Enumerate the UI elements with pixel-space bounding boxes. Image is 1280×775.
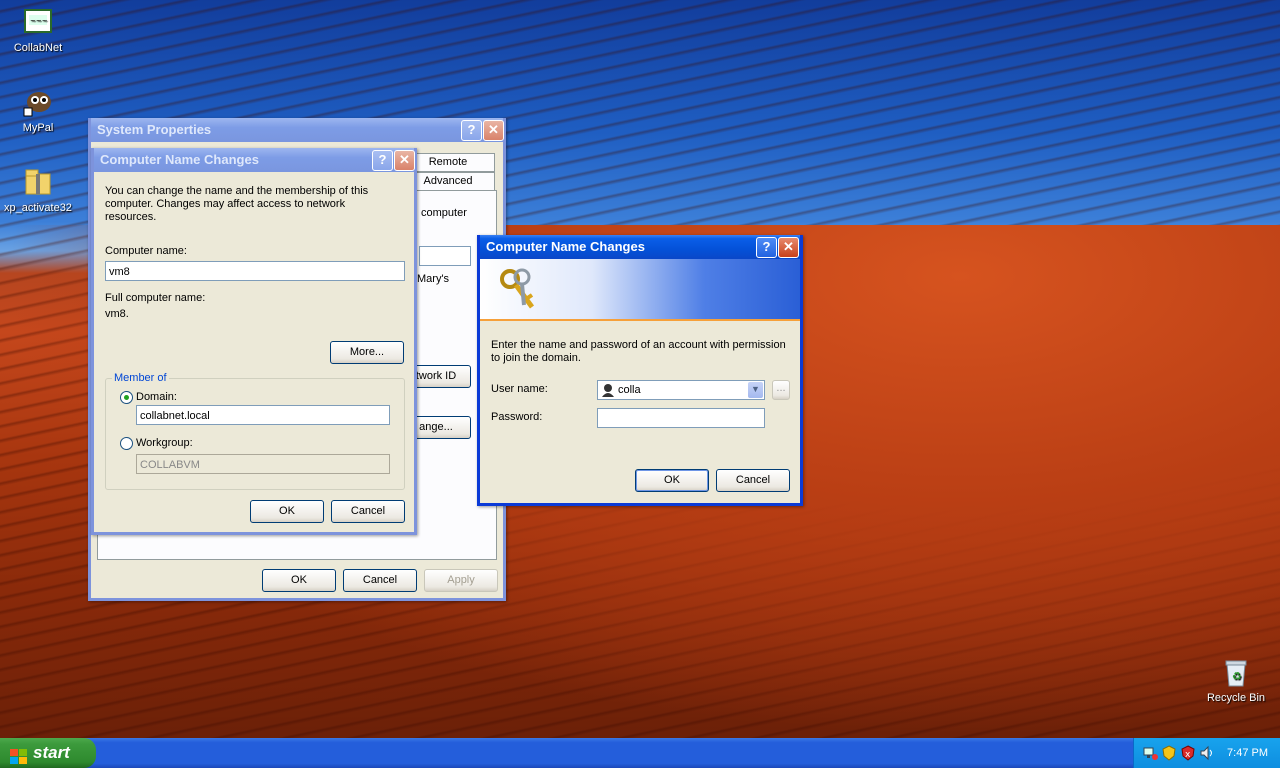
member-of-label: Member of <box>112 372 169 384</box>
banner-divider <box>480 319 800 321</box>
computer-name-changes-window: Computer Name Changes ? ✕ You can change… <box>91 148 417 535</box>
description-text: You can change the name and the membersh… <box>105 185 369 223</box>
cancel-button[interactable]: Cancel <box>716 469 790 492</box>
more-button[interactable]: More... <box>330 341 404 364</box>
help-button[interactable]: ? <box>756 237 777 258</box>
desktop-icon-mypal[interactable]: MyPal <box>0 86 76 134</box>
close-button[interactable]: ✕ <box>778 237 799 258</box>
collabnet-icon: ~~~ <box>22 6 54 38</box>
desktop-icon-collabnet[interactable]: ~~~ CollabNet <box>0 6 76 54</box>
username-label: User name: <box>491 383 548 395</box>
security-shield-icon[interactable] <box>1161 745 1177 764</box>
system-properties-titlebar[interactable]: System Properties ? ✕ <box>91 118 504 142</box>
apply-button: Apply <box>424 569 498 592</box>
desktop-icon-label: MyPal <box>22 122 54 134</box>
dropdown-chevron-icon[interactable]: ▼ <box>748 382 763 398</box>
recycle-bin-icon: ♻ <box>1220 656 1252 688</box>
full-computer-name-label: Full computer name: <box>105 292 206 304</box>
close-button[interactable]: ✕ <box>483 120 504 141</box>
workgroup-radio[interactable] <box>120 437 133 450</box>
alert-shield-icon[interactable]: x <box>1180 745 1196 764</box>
desktop-icon-label: CollabNet <box>13 42 63 54</box>
windows-logo-icon <box>10 745 28 775</box>
start-button[interactable]: start <box>0 738 96 768</box>
domain-credentials-dialog: Computer Name Changes ? ✕ Enter the name… <box>477 235 803 506</box>
svg-text:~~~: ~~~ <box>30 17 48 25</box>
domain-radio[interactable] <box>120 391 133 404</box>
desktop-icon-recycle-bin[interactable]: ♻ Recycle Bin <box>1198 656 1274 704</box>
window-title: Computer Name Changes <box>486 239 645 254</box>
keys-icon <box>496 265 544 316</box>
password-field[interactable] <box>597 408 765 428</box>
credentials-banner <box>480 259 800 319</box>
computer-name-label: Computer name: <box>105 245 187 257</box>
desktop-icon-label: Recycle Bin <box>1206 692 1266 704</box>
volume-icon[interactable] <box>1199 745 1215 764</box>
cancel-button[interactable]: Cancel <box>343 569 417 592</box>
browse-button[interactable]: ... <box>772 380 790 400</box>
mypal-browser-icon <box>22 86 54 118</box>
computer-name-changes-titlebar[interactable]: Computer Name Changes ? ✕ <box>94 148 415 172</box>
help-button[interactable]: ? <box>372 150 393 171</box>
username-combobox[interactable]: colla ▼ <box>597 380 765 400</box>
workgroup-field: COLLABVM <box>136 454 390 474</box>
system-tray: x 7:47 PM <box>1133 738 1280 768</box>
help-button[interactable]: ? <box>461 120 482 141</box>
clock[interactable]: 7:47 PM <box>1227 738 1268 768</box>
zip-folder-icon <box>22 166 54 198</box>
taskbar: start x 7:47 PM <box>0 738 1280 768</box>
desktop-icon-label: xp_activate32 <box>4 202 72 214</box>
network-icon[interactable] <box>1142 745 1158 764</box>
svg-text:♻: ♻ <box>1232 670 1242 683</box>
svg-text:x: x <box>1185 750 1191 760</box>
computer-description-field[interactable] <box>419 246 471 266</box>
close-button[interactable]: ✕ <box>394 150 415 171</box>
computer-name-field[interactable]: vm8 <box>105 261 405 281</box>
password-label: Password: <box>491 411 543 423</box>
ok-button[interactable]: OK <box>635 469 709 492</box>
ok-button[interactable]: OK <box>262 569 336 592</box>
ok-button[interactable]: OK <box>250 500 324 523</box>
partial-text-computer: computer <box>421 207 467 219</box>
start-label: start <box>33 743 70 762</box>
user-account-icon <box>601 383 615 400</box>
partial-text-marys: Mary's <box>417 273 450 285</box>
credentials-description: Enter the name and password of an accoun… <box>491 339 786 364</box>
window-title: System Properties <box>97 122 212 137</box>
window-title: Computer Name Changes <box>100 152 259 167</box>
full-computer-name-value: vm8. <box>105 308 129 320</box>
cancel-button[interactable]: Cancel <box>331 500 405 523</box>
domain-field[interactable]: collabnet.local <box>136 405 390 425</box>
credentials-titlebar[interactable]: Computer Name Changes ? ✕ <box>480 235 800 259</box>
username-value: colla <box>618 384 641 396</box>
desktop-icon-xp-activate32[interactable]: xp_activate32 <box>0 166 76 214</box>
domain-label: Domain: <box>136 391 177 403</box>
workgroup-label: Workgroup: <box>136 437 193 449</box>
